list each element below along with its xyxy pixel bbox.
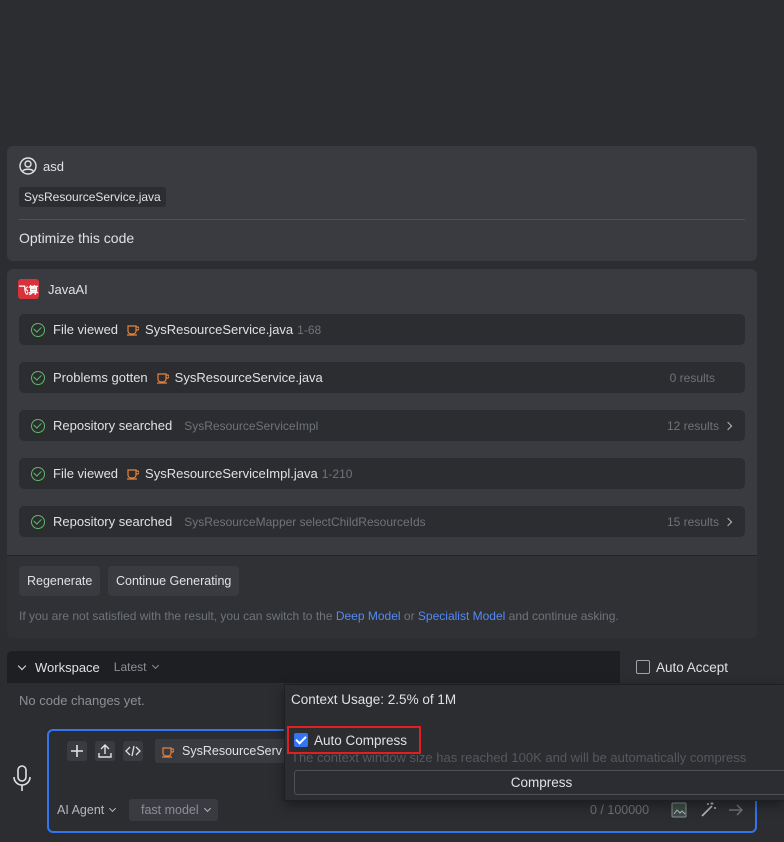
ai-footer: Regenerate Continue Generating If you ar… [7,555,757,638]
chevron-down-icon[interactable] [17,661,27,670]
result-count-text: 12 results [666,418,719,433]
step-file-viewed[interactable]: File viewed SysResourceService.java 1-68 [19,314,745,345]
magic-wand-icon[interactable] [699,801,717,819]
divider [19,219,745,220]
context-usage-text: Context Usage: 2.5% of 1M [291,692,457,707]
step-result-count[interactable]: 15 results [667,515,735,529]
check-circle-icon [31,418,45,433]
check-circle-icon [31,466,45,481]
hint-prefix: If you are not satisfied with the result… [19,609,333,623]
result-count-text: 15 results [666,514,719,529]
microphone-icon[interactable] [11,764,33,794]
model-selector[interactable]: fast model [129,799,218,821]
context-usage-popup: Context Usage: 2.5% of 1M Auto Compress … [284,684,784,801]
ai-header: 飞算 JavaAI [18,279,88,299]
user-message-card: asd SysResourceService.java Optimize thi… [7,146,757,261]
step-file[interactable]: SysResourceService.java [145,322,293,337]
ai-response-card: 飞算 JavaAI File viewed SysResourceService… [7,269,757,638]
check-circle-icon [31,370,45,385]
step-detail: SysResourceServiceImpl [184,418,319,433]
chevron-down-icon [203,804,211,813]
java-file-icon [127,325,140,336]
add-icon[interactable] [67,741,87,761]
step-detail: SysResourceMapper selectChildResourceIds [184,514,426,529]
step-title: File viewed [53,466,119,481]
attached-file-chip[interactable]: SysResourceService.java [19,187,166,207]
agent-selector[interactable]: AI Agent [57,803,117,817]
javaai-logo-icon: 飞算 [18,279,39,299]
check-circle-icon [31,322,45,337]
specialist-model-link[interactable]: Specialist Model [418,609,505,623]
step-title: Repository searched [53,514,173,529]
step-file-viewed[interactable]: File viewed SysResourceServiceImpl.java … [19,458,745,489]
attached-file-chip[interactable]: SysResourceServ [155,739,289,763]
auto-accept-label: Auto Accept [656,659,729,675]
step-title: File viewed [53,322,119,337]
workspace-header[interactable]: Workspace Latest [7,651,620,683]
auto-compress-label: Auto Compress [314,732,408,748]
result-count-text: 0 results [669,370,715,385]
attached-file-name: SysResourceServ [182,744,283,758]
chevron-down-icon [109,804,117,813]
continue-generating-button[interactable]: Continue Generating [108,566,240,596]
workspace-title: Workspace [35,659,100,675]
username: asd [43,158,64,174]
chevron-right-icon [723,421,733,430]
code-icon[interactable] [123,741,143,761]
user-prompt: Optimize this code [19,230,135,246]
auto-accept-checkbox[interactable] [636,660,650,674]
user-row: asd [19,157,64,175]
step-repository-searched[interactable]: Repository searched SysResourceMapper se… [19,506,745,537]
auto-compress-toggle[interactable]: Auto Compress [287,726,421,754]
java-file-icon [127,469,140,480]
agent-label: AI Agent [57,803,105,817]
step-title: Problems gotten [53,370,148,385]
step-result-count[interactable]: 12 results [667,419,735,433]
image-icon[interactable] [670,801,688,819]
char-counter: 0 / 100000 [590,803,650,817]
step-repository-searched[interactable]: Repository searched SysResourceServiceIm… [19,410,745,441]
chevron-down-icon [151,661,159,670]
step-detail: 1-210 [321,466,353,481]
switch-model-hint: If you are not satisfied with the result… [19,609,619,623]
step-title: Repository searched [53,418,173,433]
compress-button[interactable]: Compress [294,770,784,795]
ai-name: JavaAI [48,281,88,297]
step-file[interactable]: SysResourceServiceImpl.java [145,466,318,481]
upload-icon[interactable] [95,741,115,761]
auto-compress-checkbox[interactable] [294,733,308,747]
model-label: fast model [141,803,199,817]
version-label: Latest [113,660,147,674]
input-toolbar: AI Agent fast model 0 / 100000 [49,799,755,821]
check-circle-icon [31,514,45,529]
deep-model-link[interactable]: Deep Model [336,609,401,623]
regenerate-button[interactable]: Regenerate [19,566,101,596]
auto-accept-toggle[interactable]: Auto Accept [620,651,757,683]
step-result-count: 0 results [670,371,735,385]
send-arrow-icon[interactable] [727,801,745,819]
chevron-right-icon [723,517,733,526]
version-dropdown[interactable]: Latest [113,660,159,674]
step-file[interactable]: SysResourceService.java [175,370,323,385]
step-problems-gotten[interactable]: Problems gotten SysResourceService.java … [19,362,745,393]
java-file-icon [162,746,174,758]
hint-or: or [403,609,415,623]
no-changes-text: No code changes yet. [19,693,145,708]
step-detail: 1-68 [297,322,322,337]
java-file-icon [156,373,169,384]
user-avatar-icon [19,157,37,175]
hint-suffix: and continue asking. [508,609,619,623]
